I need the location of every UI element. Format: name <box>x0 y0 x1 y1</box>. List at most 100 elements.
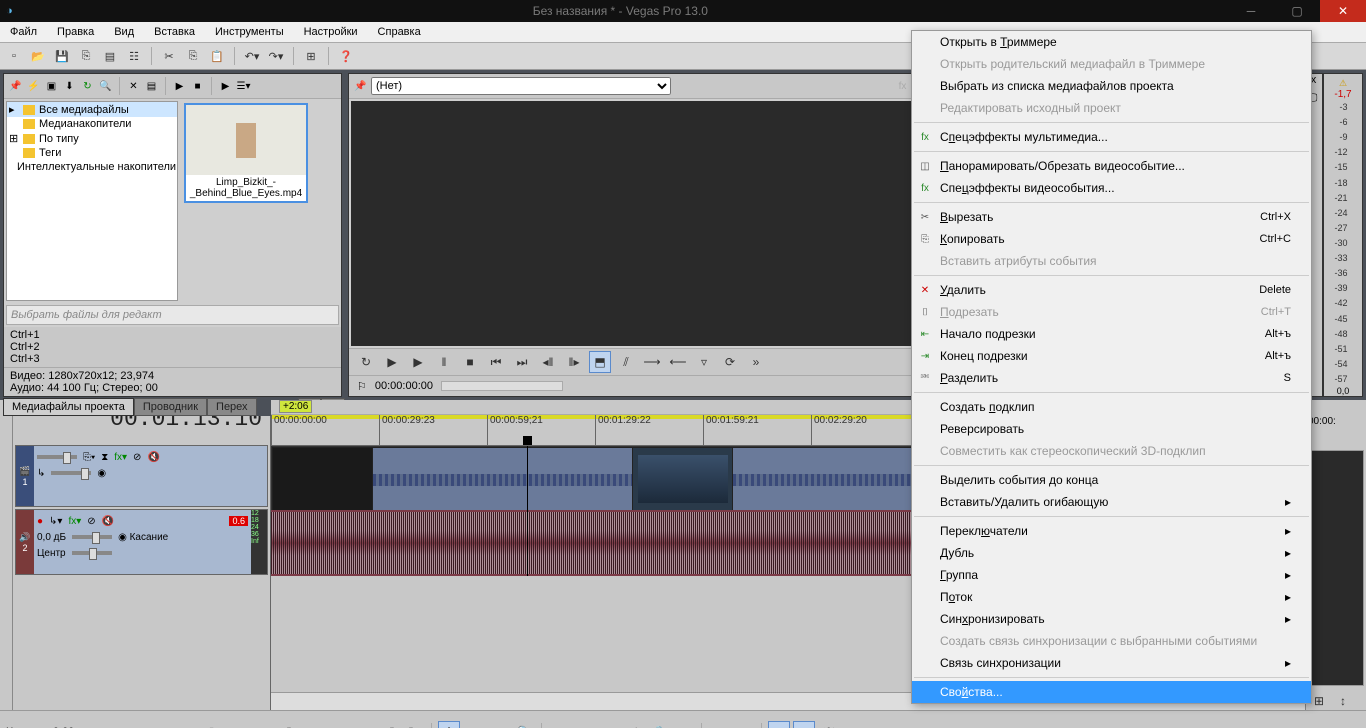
ctx-item[interactable]: Переключатели▸ <box>912 520 1311 542</box>
saveas-icon[interactable]: ⎘ <box>76 46 96 66</box>
getmedia-icon[interactable]: ⬇ <box>62 79 77 94</box>
record-arm-icon[interactable]: ● <box>37 516 43 527</box>
menu-tools[interactable]: Инструменты <box>205 22 294 42</box>
ctx-item[interactable]: ✂ВырезатьCtrl+X <box>912 206 1311 228</box>
automation-mode[interactable]: ◉ Касание <box>118 532 168 543</box>
views-icon[interactable]: ☰▾ <box>236 79 251 94</box>
minimize-button[interactable]: ─ <box>1228 0 1274 22</box>
more1-icon[interactable]: ⟶ <box>641 351 663 373</box>
menu-edit[interactable]: Правка <box>47 22 104 42</box>
ctx-item[interactable]: Выбрать из списка медиафайлов проекта <box>912 75 1311 97</box>
record-icon[interactable]: ● <box>178 721 200 728</box>
lock-env-icon[interactable]: 🔒 <box>648 721 670 728</box>
add-to-tl-icon[interactable]: ⬒ <box>589 351 611 373</box>
ctx-item[interactable]: ⇤Начало подрезкиAlt+ъ <box>912 323 1311 345</box>
tab-explorer[interactable]: Проводник <box>134 398 207 416</box>
play-icon[interactable]: ▶ <box>172 79 187 94</box>
loop-icon[interactable]: ↻ <box>355 351 377 373</box>
mute-icon[interactable]: 🔇 <box>147 452 159 463</box>
open-icon[interactable]: 📂 <box>28 46 48 66</box>
play-icon[interactable]: ▶ <box>407 351 429 373</box>
loop-icon[interactable]: ↻ <box>203 721 225 728</box>
normal-edit-icon[interactable]: ✥ <box>438 721 460 728</box>
fit-icon[interactable]: ⫽ <box>615 351 637 373</box>
prev-frame-icon[interactable]: ◂‖ <box>537 351 559 373</box>
pause-icon[interactable]: ‖ <box>433 351 455 373</box>
ctx-item[interactable]: ◫Панорамировать/Обрезать видеособытие... <box>912 155 1311 177</box>
menu-help[interactable]: Справка <box>368 22 431 42</box>
props-icon[interactable]: ▤ <box>144 79 159 94</box>
go-start-icon[interactable]: ⏮ <box>485 351 507 373</box>
stop-icon[interactable]: ■ <box>190 79 205 94</box>
fx-icon[interactable]: fx <box>895 79 910 94</box>
ctx-item[interactable]: Открыть в Триммере <box>912 31 1311 53</box>
undo-icon[interactable]: ↶▾ <box>242 46 262 66</box>
play-start-icon[interactable]: ▶ <box>381 351 403 373</box>
vol-slider[interactable] <box>72 535 112 539</box>
menu-view[interactable]: Вид <box>104 22 144 42</box>
timeline-opts-icon[interactable]: ▤ <box>733 721 755 728</box>
properties-icon[interactable]: ☷ <box>124 46 144 66</box>
capture-icon[interactable]: ▣ <box>44 79 59 94</box>
ctx-item[interactable]: ⎃РазделитьS <box>912 367 1311 389</box>
tree-smart[interactable]: Интеллектуальные накопители <box>7 160 177 174</box>
shuttle-icon[interactable]: ◀◀▶▶ <box>82 724 117 728</box>
ctx-item[interactable]: Синхронизировать▸ <box>912 608 1311 630</box>
trimmer-select[interactable]: (Нет) <box>371 77 671 95</box>
motion-icon[interactable]: ⧗ <box>101 452 108 463</box>
zoom-icon[interactable]: 🔍 <box>513 721 535 728</box>
maximize-button[interactable]: ▢ <box>1274 0 1320 22</box>
marker-label[interactable]: +2:06 <box>279 400 312 413</box>
go-end-icon[interactable]: ⏭ <box>353 721 375 728</box>
cut-icon[interactable]: ✂ <box>159 46 179 66</box>
ignore-group-icon[interactable]: ⊟ <box>673 721 695 728</box>
help-icon[interactable]: ❓ <box>336 46 356 66</box>
close-button[interactable]: ✕ <box>1320 0 1366 22</box>
crossfade-icon[interactable]: ✕ <box>708 721 730 728</box>
ctx-item[interactable]: Выделить события до конца <box>912 469 1311 491</box>
bus-icon[interactable]: ↕ <box>1332 690 1354 712</box>
envelope-icon[interactable]: ⤳ <box>463 721 485 728</box>
autoripple-icon[interactable]: ⇄ <box>623 721 645 728</box>
split-icon[interactable]: ⎃ <box>818 721 840 728</box>
redo-icon[interactable]: ↷▾ <box>266 46 286 66</box>
playhead-cursor[interactable] <box>527 446 528 576</box>
autoplay-icon[interactable]: ▶ <box>218 79 233 94</box>
stop-icon[interactable]: ■ <box>303 721 325 728</box>
ctx-item[interactable]: Свойства... <box>912 681 1311 703</box>
render-icon[interactable]: ▤ <box>100 46 120 66</box>
mute-icon[interactable]: 🔇 <box>102 516 114 527</box>
prev-frame-icon[interactable]: ◂‖ <box>378 721 400 728</box>
region-icon[interactable]: ⟳ <box>719 351 741 373</box>
trim-end-icon[interactable]: ⇥ <box>793 721 815 728</box>
tree-tags[interactable]: Теги <box>7 146 177 160</box>
video-clip[interactable] <box>372 447 634 511</box>
more2-icon[interactable]: ⟵ <box>667 351 689 373</box>
pin-icon[interactable]: 📌 <box>353 79 368 94</box>
ctx-item[interactable]: ⎘КопироватьCtrl+C <box>912 228 1311 250</box>
fx-icon[interactable]: fx▾ <box>68 516 81 527</box>
ctx-item[interactable]: ⇥Конец подрезкиAlt+ъ <box>912 345 1311 367</box>
quantize-icon[interactable]: ⧇ <box>573 721 595 728</box>
pause-icon[interactable]: ‖ <box>278 721 300 728</box>
ctx-item[interactable]: ✕УдалитьDelete <box>912 279 1311 301</box>
media-tree[interactable]: ▸Все медиафайлы Медианакопители ⊞По типу… <box>6 101 178 301</box>
video-track-header[interactable]: 🎬1 ⎘▾ ⧗ fx▾ ⊘ 🔇 ↳ ◉ <box>15 445 268 507</box>
ctx-item[interactable]: Дубль▸ <box>912 542 1311 564</box>
tree-all-media[interactable]: ▸Все медиафайлы <box>7 102 177 117</box>
tree-bytype[interactable]: ⊞По типу <box>7 131 177 146</box>
automation-icon[interactable]: ⊘ <box>133 452 141 463</box>
fx-icon[interactable]: fx▾ <box>114 452 127 463</box>
automation-icon[interactable]: ⊘ <box>87 516 95 527</box>
play-start-icon[interactable]: ▶ <box>228 721 250 728</box>
ctx-item[interactable]: fxСпецэффекты видеособытия... <box>912 177 1311 199</box>
level-slider[interactable] <box>37 455 77 459</box>
pin-icon[interactable]: 📌 <box>8 79 23 94</box>
ctx-item[interactable]: Связь синхронизации▸ <box>912 652 1311 674</box>
refresh-icon[interactable]: ↻ <box>80 79 95 94</box>
flash-icon[interactable]: ⚡ <box>26 79 41 94</box>
scrub-bar[interactable] <box>441 381 563 391</box>
go-start-icon[interactable]: ⏮ <box>328 721 350 728</box>
menu-insert[interactable]: Вставка <box>144 22 205 42</box>
ctx-item[interactable]: Реверсировать <box>912 418 1311 440</box>
